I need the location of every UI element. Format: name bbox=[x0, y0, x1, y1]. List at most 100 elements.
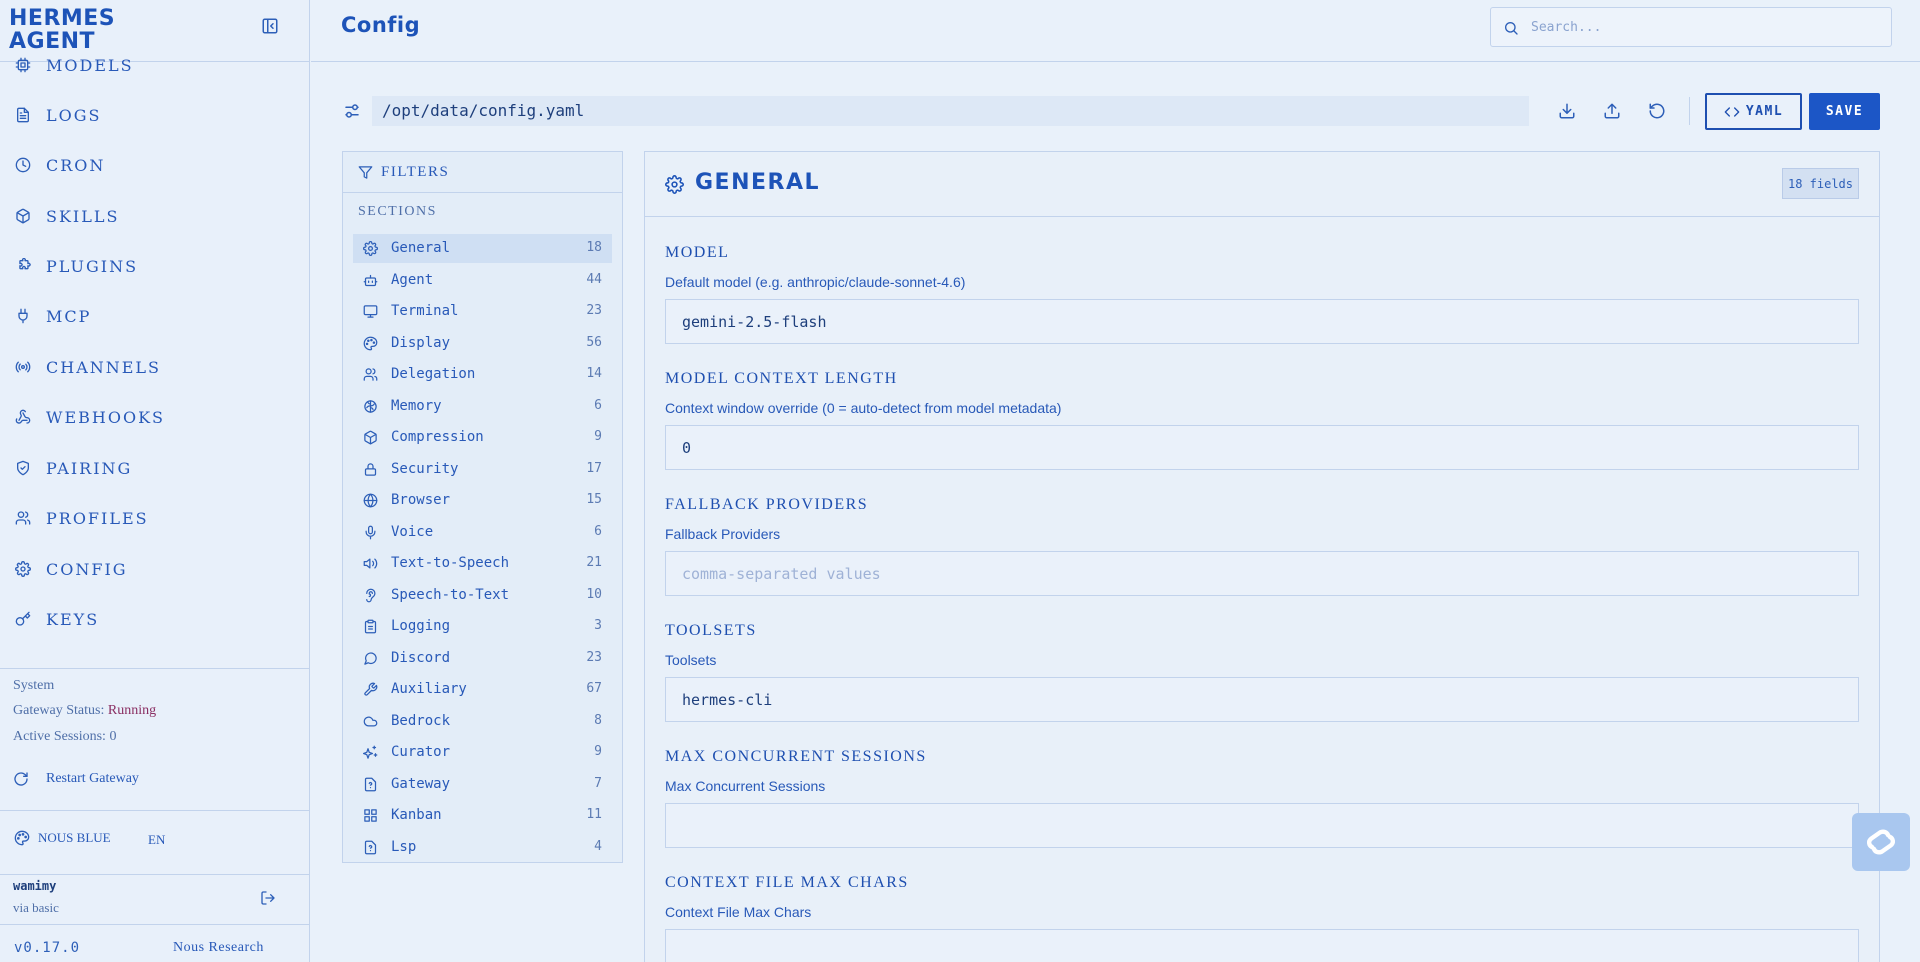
package-icon bbox=[15, 208, 31, 224]
active-sessions: Active Sessions: 0 bbox=[13, 729, 116, 745]
section-count: 3 bbox=[594, 618, 602, 633]
section-count: 7 bbox=[594, 776, 602, 791]
section-label: Browser bbox=[391, 492, 451, 508]
section-item-discord[interactable]: Discord 23 bbox=[353, 644, 612, 673]
org-link[interactable]: Nous Research bbox=[173, 940, 264, 956]
toolbar-divider bbox=[1689, 97, 1690, 125]
sidebar-item-plugins[interactable]: PLUGINS bbox=[0, 246, 309, 286]
context-file-max-chars-input[interactable] bbox=[665, 929, 1859, 962]
save-button-label: SAVE bbox=[1825, 104, 1864, 119]
section-item-terminal[interactable]: Terminal 23 bbox=[353, 297, 612, 326]
section-item-gateway[interactable]: Gateway 7 bbox=[353, 770, 612, 799]
sidebar-item-label: PLUGINS bbox=[46, 256, 139, 276]
users-icon bbox=[363, 367, 378, 382]
section-count: 67 bbox=[586, 681, 602, 696]
sidebar-item-mcp[interactable]: MCP bbox=[0, 296, 309, 336]
save-button[interactable]: SAVE bbox=[1809, 93, 1880, 130]
cpu-icon bbox=[15, 57, 31, 73]
section-item-agent[interactable]: Agent 44 bbox=[353, 266, 612, 295]
model-input[interactable] bbox=[665, 299, 1859, 344]
section-item-curator[interactable]: Curator 9 bbox=[353, 738, 612, 767]
field-description: Context window override (0 = auto-detect… bbox=[665, 400, 1062, 416]
yaml-view-button[interactable]: YAML bbox=[1705, 93, 1802, 130]
active-sessions-value: 0 bbox=[109, 729, 117, 744]
sidebar-item-channels[interactable]: CHANNELS bbox=[0, 347, 309, 387]
sidebar: HERMES AGENT MODELS LOGS CRON SKILLS PLU… bbox=[0, 0, 310, 962]
section-item-memory[interactable]: Memory 6 bbox=[353, 392, 612, 421]
section-item-text-to-speech[interactable]: Text-to-Speech 21 bbox=[353, 549, 612, 578]
field-description: Default model (e.g. anthropic/claude-son… bbox=[665, 274, 966, 290]
section-label: Compression bbox=[391, 429, 484, 445]
section-item-delegation[interactable]: Delegation 14 bbox=[353, 360, 612, 389]
restart-gateway-button[interactable]: Restart Gateway bbox=[13, 769, 139, 789]
config-file-path: /opt/data/config.yaml bbox=[372, 96, 1529, 126]
sidebar-item-pairing[interactable]: PAIRING bbox=[0, 448, 309, 488]
user-auth-method: via basic bbox=[13, 900, 59, 915]
section-item-auxiliary[interactable]: Auxiliary 67 bbox=[353, 675, 612, 704]
section-count: 9 bbox=[594, 429, 602, 444]
sidebar-item-webhooks[interactable]: WEBHOOKS bbox=[0, 397, 309, 437]
section-count: 11 bbox=[586, 807, 602, 822]
upload-icon[interactable] bbox=[1603, 102, 1621, 120]
section-item-general[interactable]: General 18 bbox=[353, 234, 612, 263]
field-title: MODEL bbox=[665, 244, 730, 261]
field-title: MAX CONCURRENT SESSIONS bbox=[665, 748, 927, 765]
theme-language-row: NOUS BLUE EN bbox=[0, 810, 309, 874]
section-item-security[interactable]: Security 17 bbox=[353, 455, 612, 484]
download-icon[interactable] bbox=[1558, 102, 1576, 120]
sidebar-item-label: MODELS bbox=[46, 55, 134, 75]
active-sessions-label: Active Sessions: bbox=[13, 729, 110, 744]
general-section-panel: GENERAL 18 fields MODEL Default model (e… bbox=[644, 151, 1880, 962]
gateway-status-label: Gateway Status: bbox=[13, 703, 108, 718]
section-item-display[interactable]: Display 56 bbox=[353, 329, 612, 358]
page-title: Config bbox=[341, 13, 421, 37]
reset-icon[interactable] bbox=[1648, 102, 1666, 120]
toolsets-input[interactable] bbox=[665, 677, 1859, 722]
model-context-length-input[interactable] bbox=[665, 425, 1859, 470]
section-label: General bbox=[391, 240, 451, 256]
sidebar-item-label: SKILLS bbox=[46, 206, 120, 226]
section-item-compression[interactable]: Compression 9 bbox=[353, 423, 612, 452]
key-icon bbox=[15, 611, 31, 627]
palette-icon bbox=[363, 336, 378, 351]
search-box[interactable] bbox=[1490, 7, 1892, 47]
gear-icon bbox=[363, 241, 378, 256]
sidebar-item-config[interactable]: CONFIG bbox=[0, 549, 309, 589]
sidebar-item-models[interactable]: MODELS bbox=[0, 45, 309, 85]
theme-selector[interactable]: NOUS BLUE bbox=[14, 830, 111, 846]
field-title: MODEL CONTEXT LENGTH bbox=[665, 370, 898, 387]
search-input[interactable] bbox=[1531, 16, 1881, 38]
section-count: 18 bbox=[586, 240, 602, 255]
restart-gateway-label: Restart Gateway bbox=[46, 771, 139, 786]
section-count: 23 bbox=[586, 303, 602, 318]
globe-icon bbox=[363, 493, 378, 508]
grid-icon bbox=[363, 808, 378, 823]
section-item-kanban[interactable]: Kanban 11 bbox=[353, 801, 612, 830]
section-label: Curator bbox=[391, 744, 451, 760]
section-item-bedrock[interactable]: Bedrock 8 bbox=[353, 707, 612, 736]
sidebar-collapse-icon[interactable] bbox=[261, 17, 279, 35]
sidebar-item-skills[interactable]: SKILLS bbox=[0, 196, 309, 236]
filters-panel: FILTERS SECTIONS General 18 Agent 44 Ter… bbox=[342, 151, 623, 863]
sidebar-item-logs[interactable]: LOGS bbox=[0, 95, 309, 135]
section-item-browser[interactable]: Browser 15 bbox=[353, 486, 612, 515]
section-item-lsp[interactable]: Lsp 4 bbox=[353, 833, 612, 862]
floating-action-button[interactable] bbox=[1852, 813, 1910, 871]
plug-icon bbox=[15, 308, 31, 324]
section-item-logging[interactable]: Logging 3 bbox=[353, 612, 612, 641]
section-item-voice[interactable]: Voice 6 bbox=[353, 518, 612, 547]
code-icon bbox=[1724, 104, 1740, 120]
sidebar-item-label: LOGS bbox=[46, 105, 102, 125]
section-item-speech-to-text[interactable]: Speech-to-Text 10 bbox=[353, 581, 612, 610]
fallback-providers-input[interactable] bbox=[665, 551, 1859, 596]
search-icon bbox=[1503, 20, 1519, 36]
sidebar-item-keys[interactable]: KEYS bbox=[0, 599, 309, 639]
language-selector[interactable]: EN bbox=[148, 832, 165, 848]
file-text-icon bbox=[15, 107, 31, 123]
logout-icon[interactable] bbox=[260, 890, 276, 906]
sidebar-item-profiles[interactable]: PROFILES bbox=[0, 498, 309, 538]
max-concurrent-sessions-input[interactable] bbox=[665, 803, 1859, 848]
radio-icon bbox=[15, 359, 31, 375]
sidebar-item-cron[interactable]: CRON bbox=[0, 145, 309, 185]
section-label: Delegation bbox=[391, 366, 476, 382]
